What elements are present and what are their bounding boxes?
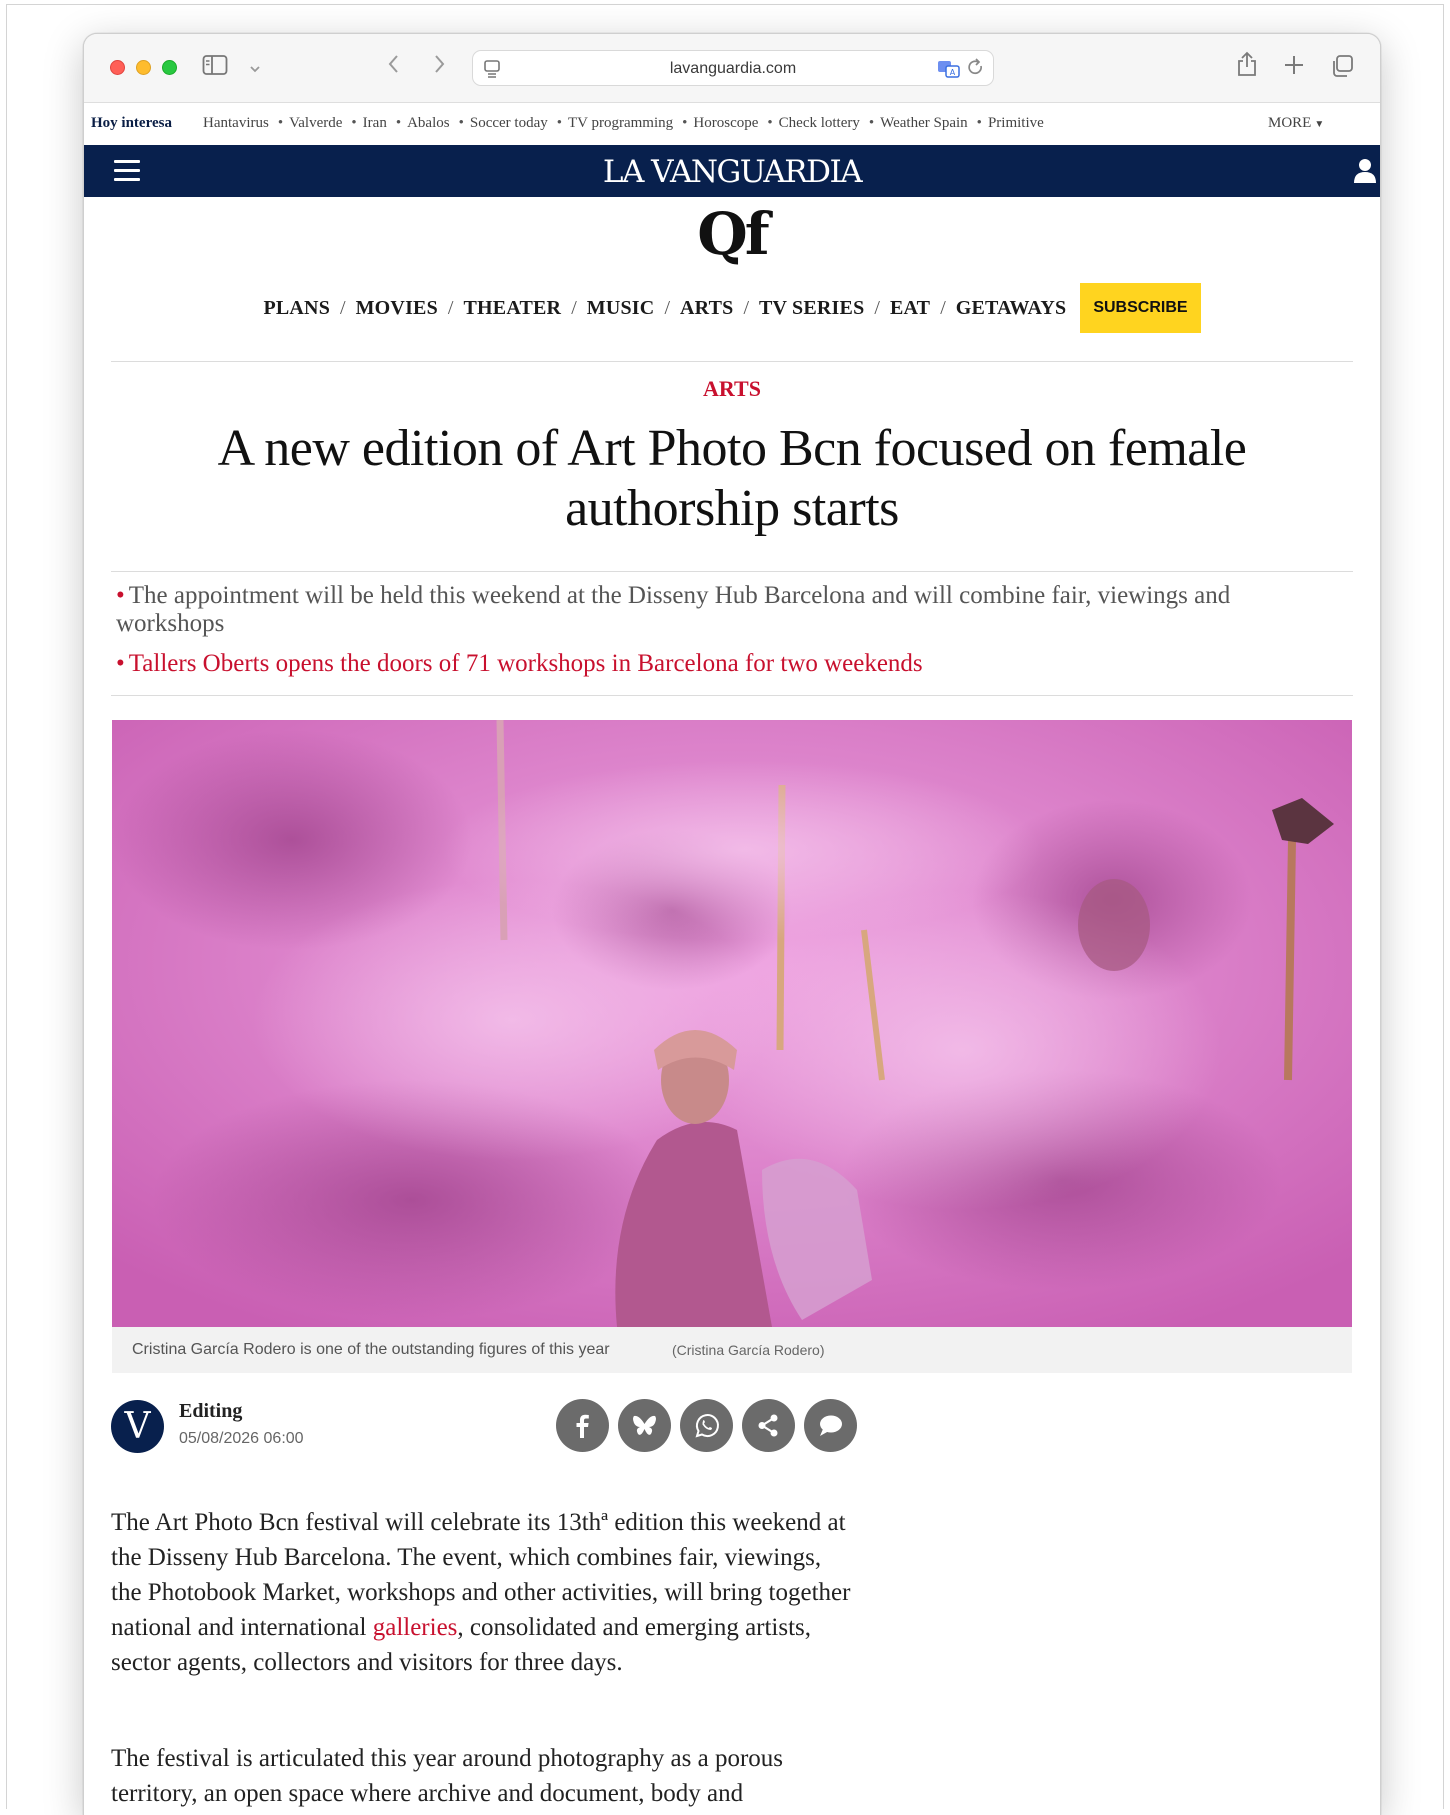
- nav-separator: /: [940, 296, 946, 319]
- related-link[interactable]: • Tallers Oberts opens the doors of 71 wo…: [116, 650, 1336, 678]
- site-logo[interactable]: LA VANGUARDIA: [84, 154, 1380, 190]
- trending-bar: Hoy interesa Hantavirus • Valverde • Iran • Ab…: [84, 103, 1380, 145]
- back-arrow-icon[interactable]: [386, 52, 402, 80]
- author-avatar[interactable]: V: [111, 1400, 164, 1453]
- bullet-icon: •: [116, 582, 125, 609]
- bullet-icon: •: [395, 115, 402, 131]
- article-paragraph: The festival is articulated this year ar…: [111, 1745, 784, 1807]
- url-text[interactable]: lavanguardia.com: [473, 60, 993, 78]
- bluesky-icon: [633, 1415, 656, 1435]
- divider: [111, 695, 1353, 696]
- trending-link[interactable]: Check lottery: [779, 115, 860, 132]
- nav-item-tv-series[interactable]: TV SERIES: [759, 297, 864, 320]
- nav-item-theater[interactable]: THEATER: [463, 297, 561, 320]
- bullet-icon: •: [767, 115, 773, 131]
- nav-item-arts[interactable]: ARTS: [680, 297, 733, 320]
- share-icon[interactable]: [1236, 50, 1258, 82]
- new-tab-icon[interactable]: [1283, 54, 1305, 80]
- nav-separator: /: [874, 296, 880, 319]
- share-icon: [758, 1414, 778, 1437]
- publish-date: 05/08/2026 06:00: [179, 1430, 304, 1447]
- photo-caption: Cristina García Rodero is one of the out…: [112, 1327, 1352, 1373]
- bullet-icon: •: [458, 115, 464, 131]
- article-section-label[interactable]: ARTS: [84, 376, 1380, 402]
- address-bar[interactable]: lavanguardia.com A: [472, 50, 994, 86]
- more-label: MORE: [1268, 115, 1312, 131]
- caption-text: Cristina García Rodero is one of the out…: [132, 1341, 610, 1358]
- bluesky-share-button[interactable]: [618, 1399, 671, 1452]
- section-logo[interactable]: Qf: [84, 200, 1380, 268]
- trending-link[interactable]: TV programming: [568, 115, 673, 132]
- sidebar-toggle-icon[interactable]: [202, 54, 228, 80]
- forward-arrow-icon[interactable]: [431, 52, 447, 80]
- author-name[interactable]: Editing: [179, 1400, 242, 1423]
- nav-item-music[interactable]: MUSIC: [587, 297, 655, 320]
- subscribe-button[interactable]: SUBSCRIBE: [1080, 283, 1201, 333]
- trending-link[interactable]: Soccer today: [470, 115, 548, 132]
- inline-link-galleries[interactable]: galleries: [373, 1614, 458, 1641]
- trending-link[interactable]: Weather Spain: [880, 115, 968, 132]
- trending-link[interactable]: Horoscope: [693, 115, 758, 132]
- nav-separator: /: [340, 296, 346, 319]
- nav-item-eat[interactable]: EAT: [890, 297, 930, 320]
- nav-item-movies[interactable]: MOVIES: [356, 297, 438, 320]
- trending-list: Hantavirus • Valverde • Iran • Abalos • Soccer t…: [203, 115, 1053, 132]
- browser-toolbar: lavanguardia.com A: [84, 34, 1380, 103]
- zoom-window-button[interactable]: [162, 60, 177, 75]
- trending-link[interactable]: Primitive: [988, 115, 1044, 132]
- trending-link[interactable]: Abalos: [407, 115, 450, 132]
- more-menu-button[interactable]: MORE ▼: [1268, 115, 1324, 132]
- comment-icon: [820, 1415, 842, 1436]
- browser-window: lavanguardia.com A Hoy interesa Hantavir…: [83, 33, 1381, 1815]
- bullet-icon: •: [976, 115, 982, 131]
- brand-bar: LA VANGUARDIA: [84, 145, 1380, 197]
- svg-text:A: A: [950, 68, 956, 77]
- minimize-window-button[interactable]: [136, 60, 151, 75]
- article-paragraph: The Art Photo Bcn festival will celebrat…: [111, 1505, 851, 1680]
- facebook-icon: [576, 1414, 589, 1438]
- trending-link[interactable]: Valverde: [289, 115, 342, 132]
- section-nav: PLANS / MOVIES / THEATER / MUSIC / ARTS / TV SERIE…: [84, 283, 1380, 337]
- whatsapp-icon: [695, 1414, 719, 1438]
- divider: [111, 571, 1353, 572]
- photo-credit: (Cristina García Rodero): [672, 1342, 825, 1358]
- bullet-icon: •: [556, 115, 563, 131]
- bullet-icon: •: [277, 115, 284, 131]
- generic-share-button[interactable]: [742, 1399, 795, 1452]
- nav-separator: /: [571, 296, 577, 319]
- nav-item-plans[interactable]: PLANS: [263, 297, 330, 320]
- nav-separator: /: [743, 296, 750, 319]
- nav-item-getaways[interactable]: GETAWAYS: [956, 297, 1067, 320]
- translate-icon[interactable]: A: [937, 59, 961, 83]
- trending-link[interactable]: Iran: [363, 115, 387, 132]
- trending-title: Hoy interesa: [91, 115, 172, 131]
- trending-link[interactable]: Hantavirus: [203, 115, 269, 132]
- caret-down-icon: ▼: [1314, 119, 1325, 130]
- bullet-icon: •: [682, 115, 688, 131]
- article-photo: [112, 720, 1352, 1327]
- bullet-icon: •: [351, 115, 357, 131]
- close-window-button[interactable]: [110, 60, 125, 75]
- reload-icon[interactable]: [967, 58, 985, 82]
- tab-overview-icon[interactable]: [1330, 54, 1354, 82]
- bullet-icon: •: [868, 115, 875, 131]
- comments-button[interactable]: [804, 1399, 857, 1452]
- bullet-icon: •: [116, 650, 125, 677]
- facebook-share-button[interactable]: [556, 1399, 609, 1452]
- nav-separator: /: [664, 296, 670, 319]
- whatsapp-share-button[interactable]: [680, 1399, 733, 1452]
- article-headline: A new edition of Art Photo Bcn focused o…: [217, 420, 1247, 537]
- nav-separator: /: [447, 296, 454, 319]
- screenshot-frame: lavanguardia.com A Hoy interesa Hantavir…: [6, 4, 1444, 1815]
- lead-item: • The appointment will be held this weeke…: [116, 582, 1336, 638]
- user-account-icon[interactable]: [1352, 157, 1378, 185]
- chevron-down-icon[interactable]: [249, 59, 261, 78]
- related-link-text[interactable]: Tallers Oberts opens the doors of 71 wor…: [129, 650, 923, 677]
- divider: [111, 361, 1353, 362]
- lead-text: The appointment will be held this weeken…: [116, 582, 1231, 637]
